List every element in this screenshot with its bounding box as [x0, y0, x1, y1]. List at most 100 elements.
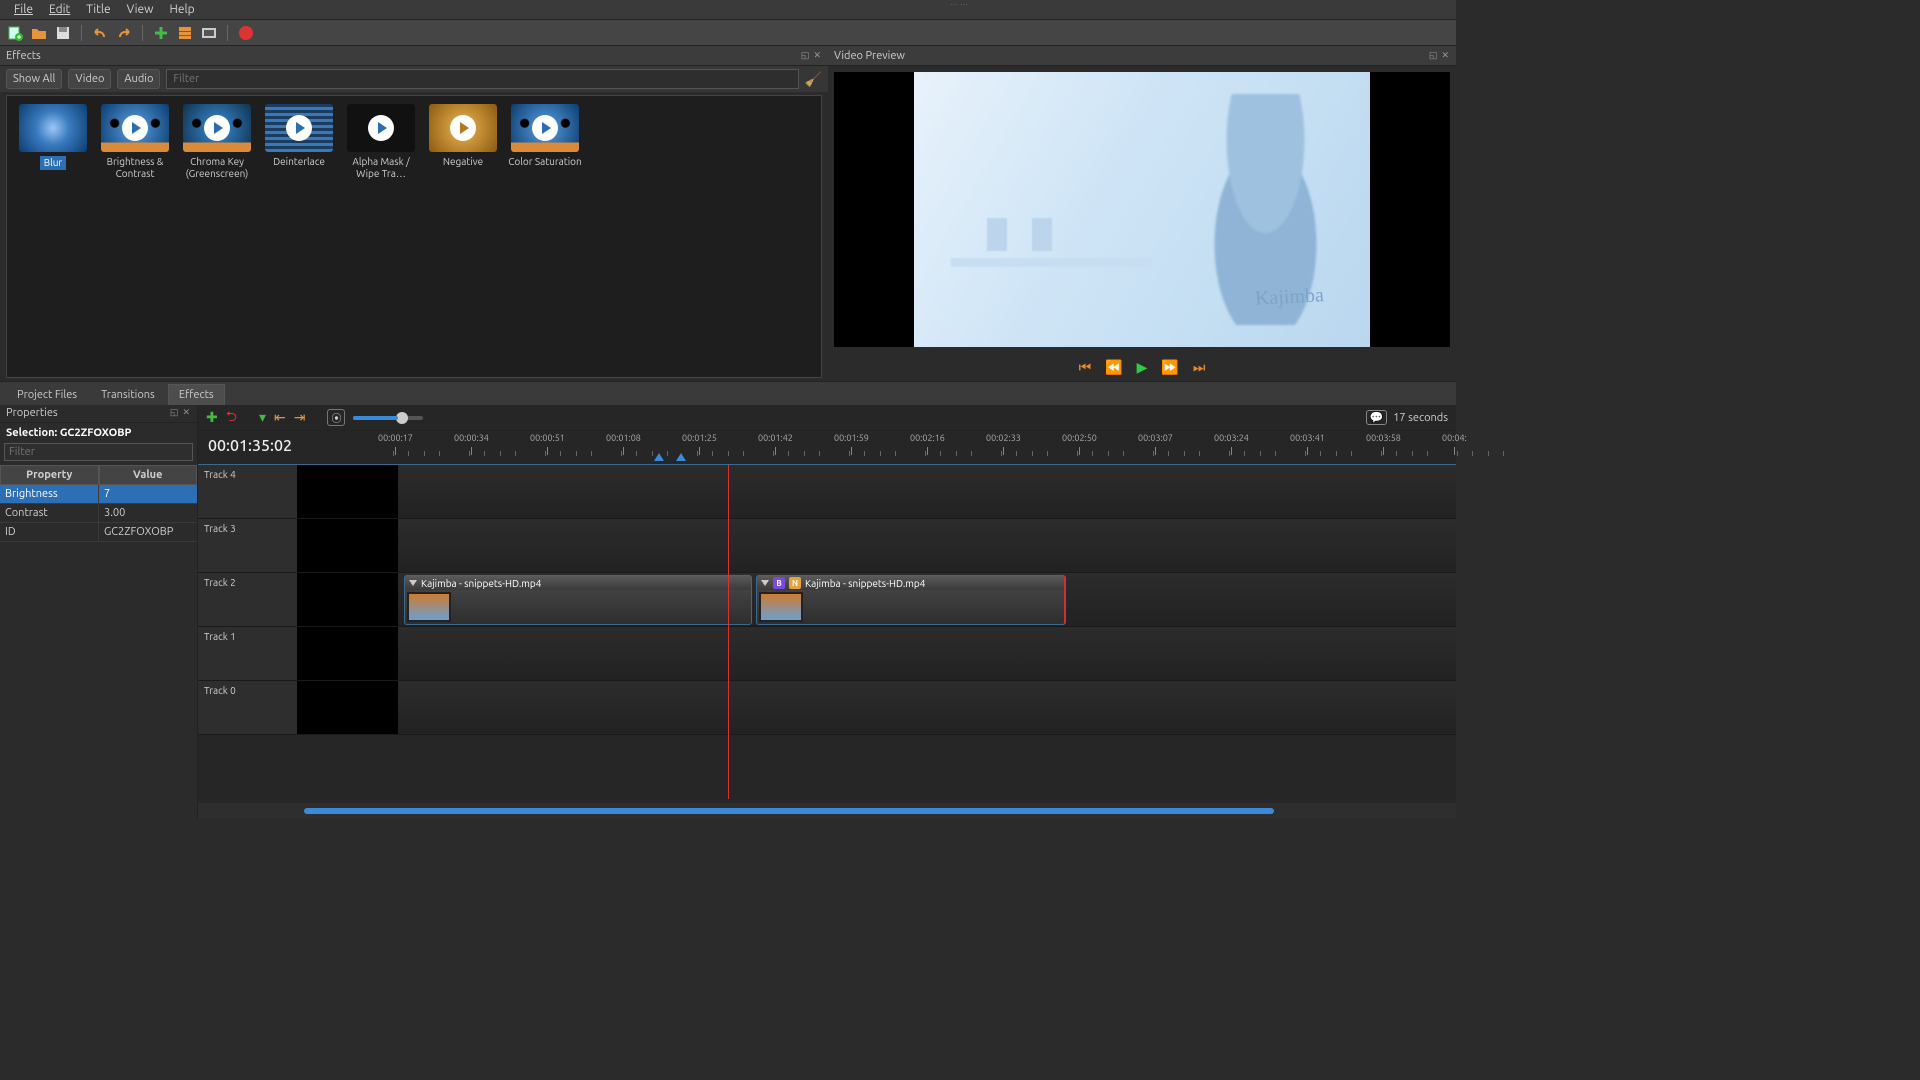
- tab-transitions[interactable]: Transitions: [90, 384, 166, 405]
- track[interactable]: Track 0: [198, 681, 1456, 735]
- save-project-button[interactable]: [53, 23, 73, 43]
- property-value[interactable]: 3.00: [99, 504, 197, 523]
- effect-blur[interactable]: Blur: [15, 104, 91, 369]
- clip-badge: N: [789, 577, 801, 589]
- track-body[interactable]: [298, 627, 1456, 680]
- rewind-icon[interactable]: ⏪: [1105, 359, 1122, 376]
- timeline-scrollbar[interactable]: [198, 803, 1456, 819]
- preview-panel-title: Video Preview ◱ ✕: [828, 46, 1456, 66]
- clip-expand-icon[interactable]: [409, 580, 417, 586]
- property-value[interactable]: GC2ZFOXOBP: [99, 523, 197, 542]
- add-button[interactable]: [151, 23, 171, 43]
- export-button[interactable]: [236, 23, 256, 43]
- track[interactable]: Track 3: [198, 519, 1456, 573]
- track[interactable]: Track 2Kajimba - snippets-HD.mp4BNKajimb…: [198, 573, 1456, 627]
- track-body[interactable]: [298, 465, 1456, 518]
- undo-button[interactable]: [90, 23, 110, 43]
- jump-start-icon[interactable]: ⏮: [1079, 359, 1092, 376]
- play-icon[interactable]: ▶: [1137, 359, 1148, 376]
- track[interactable]: Track 4: [198, 465, 1456, 519]
- properties-panel: Properties ◱ ✕ Selection: GC2ZFOXOBP Pro…: [0, 405, 198, 819]
- property-value[interactable]: 7: [99, 485, 197, 504]
- timeline-marker[interactable]: [676, 453, 686, 461]
- timeline-ruler[interactable]: 00:01:35:02 00:00:1700:00:3400:00:5100:0…: [198, 431, 1456, 465]
- effect-label: Brightness & Contrast: [97, 156, 173, 180]
- preview-panel-controls[interactable]: ◱ ✕: [1429, 50, 1450, 61]
- effects-tab-audio[interactable]: Audio: [117, 69, 160, 89]
- track-body[interactable]: [298, 681, 1456, 734]
- open-project-button[interactable]: [29, 23, 49, 43]
- preview-controls: ⏮ ⏪ ▶ ⏩ ⏭: [828, 353, 1456, 381]
- track-head[interactable]: Track 0: [198, 681, 298, 734]
- splitter-grip[interactable]: ⋯⋯: [950, 0, 970, 9]
- menu-view[interactable]: View: [119, 3, 162, 16]
- effects-tab-showall[interactable]: Show All: [6, 69, 62, 89]
- playhead[interactable]: [728, 465, 729, 799]
- effect-negative[interactable]: Negative: [425, 104, 501, 369]
- snapping-icon[interactable]: ⮌: [226, 406, 237, 430]
- effects-tab-video[interactable]: Video: [68, 69, 111, 89]
- next-marker-icon[interactable]: ⇥: [294, 409, 306, 426]
- effects-filter-input[interactable]: [166, 69, 798, 89]
- redo-button[interactable]: [114, 23, 134, 43]
- preview-video[interactable]: Kajimba: [834, 72, 1450, 347]
- track-head[interactable]: Track 2: [198, 573, 298, 626]
- center-playhead-icon[interactable]: ⦿: [327, 409, 345, 426]
- menu-file[interactable]: File: [6, 3, 41, 16]
- tab-project-files[interactable]: Project Files: [6, 384, 88, 405]
- properties-col-value[interactable]: Value: [99, 465, 198, 485]
- properties-filter-input[interactable]: [4, 443, 193, 461]
- ruler-tick: 00:01:08: [606, 433, 641, 443]
- effects-panel-controls[interactable]: ◱ ✕: [801, 50, 822, 61]
- properties-panel-controls[interactable]: ◱ ✕: [170, 407, 191, 420]
- clip[interactable]: BNKajimba - snippets-HD.mp4: [756, 575, 1066, 625]
- effect-alpha-mask[interactable]: Alpha Mask / Wipe Tra…: [343, 104, 419, 369]
- tab-effects[interactable]: Effects: [168, 384, 225, 405]
- ruler-tick: 00:00:51: [530, 433, 565, 443]
- ruler-tick: 00:00:34: [454, 433, 489, 443]
- timeline-marker[interactable]: [654, 453, 664, 461]
- add-marker-icon[interactable]: ▾: [259, 409, 266, 426]
- jump-end-icon[interactable]: ⏭: [1193, 359, 1206, 376]
- fullscreen-button[interactable]: [199, 23, 219, 43]
- track[interactable]: Track 1: [198, 627, 1456, 681]
- property-key: Brightness: [0, 485, 99, 504]
- timeline-tracks: Track 4Track 3Track 2Kajimba - snippets-…: [198, 465, 1456, 799]
- property-row[interactable]: Brightness 7: [0, 485, 197, 504]
- menu-edit[interactable]: Edit: [41, 3, 78, 16]
- track-body[interactable]: Kajimba - snippets-HD.mp4BNKajimba - sni…: [298, 573, 1456, 626]
- add-track-icon[interactable]: ✚: [206, 409, 218, 426]
- zoom-slider[interactable]: [353, 416, 423, 420]
- track-head[interactable]: Track 4: [198, 465, 298, 518]
- menu-title[interactable]: Title: [78, 3, 118, 16]
- effect-deinterlace[interactable]: Deinterlace: [261, 104, 337, 369]
- new-project-button[interactable]: [5, 23, 25, 43]
- property-row[interactable]: ID GC2ZFOXOBP: [0, 523, 197, 542]
- properties-col-property[interactable]: Property: [0, 465, 99, 485]
- ruler-tick: 00:03:07: [1138, 433, 1173, 443]
- clear-filter-icon[interactable]: 🧹: [805, 71, 822, 88]
- track-head[interactable]: Track 3: [198, 519, 298, 572]
- effect-thumb: [511, 104, 579, 152]
- clip-expand-icon[interactable]: [761, 580, 769, 586]
- properties-selection: Selection: GC2ZFOXOBP: [0, 423, 197, 443]
- main-toolbar: [0, 20, 1456, 46]
- effect-brightness-contrast[interactable]: Brightness & Contrast: [97, 104, 173, 369]
- fastfwd-icon[interactable]: ⏩: [1161, 359, 1178, 376]
- track-head[interactable]: Track 1: [198, 627, 298, 680]
- preview-title-label: Video Preview: [834, 50, 905, 62]
- menu-help[interactable]: Help: [161, 3, 202, 16]
- property-row[interactable]: Contrast 3.00: [0, 504, 197, 523]
- effect-color-saturation[interactable]: Color Saturation: [507, 104, 583, 369]
- effect-label: Alpha Mask / Wipe Tra…: [343, 156, 419, 180]
- effects-panel: Effects ◱ ✕ Show All Video Audio 🧹 Blur …: [0, 46, 828, 381]
- ruler-tick: 00:01:59: [834, 433, 869, 443]
- property-key: ID: [0, 523, 99, 542]
- effect-chroma-key[interactable]: Chroma Key (Greenscreen): [179, 104, 255, 369]
- track-body[interactable]: [298, 519, 1456, 572]
- profiles-button[interactable]: [175, 23, 195, 43]
- timeline-seconds: 💬 17 seconds: [1366, 410, 1448, 425]
- clip[interactable]: Kajimba - snippets-HD.mp4: [404, 575, 752, 625]
- property-key: Contrast: [0, 504, 99, 523]
- prev-marker-icon[interactable]: ⇤: [274, 409, 286, 426]
